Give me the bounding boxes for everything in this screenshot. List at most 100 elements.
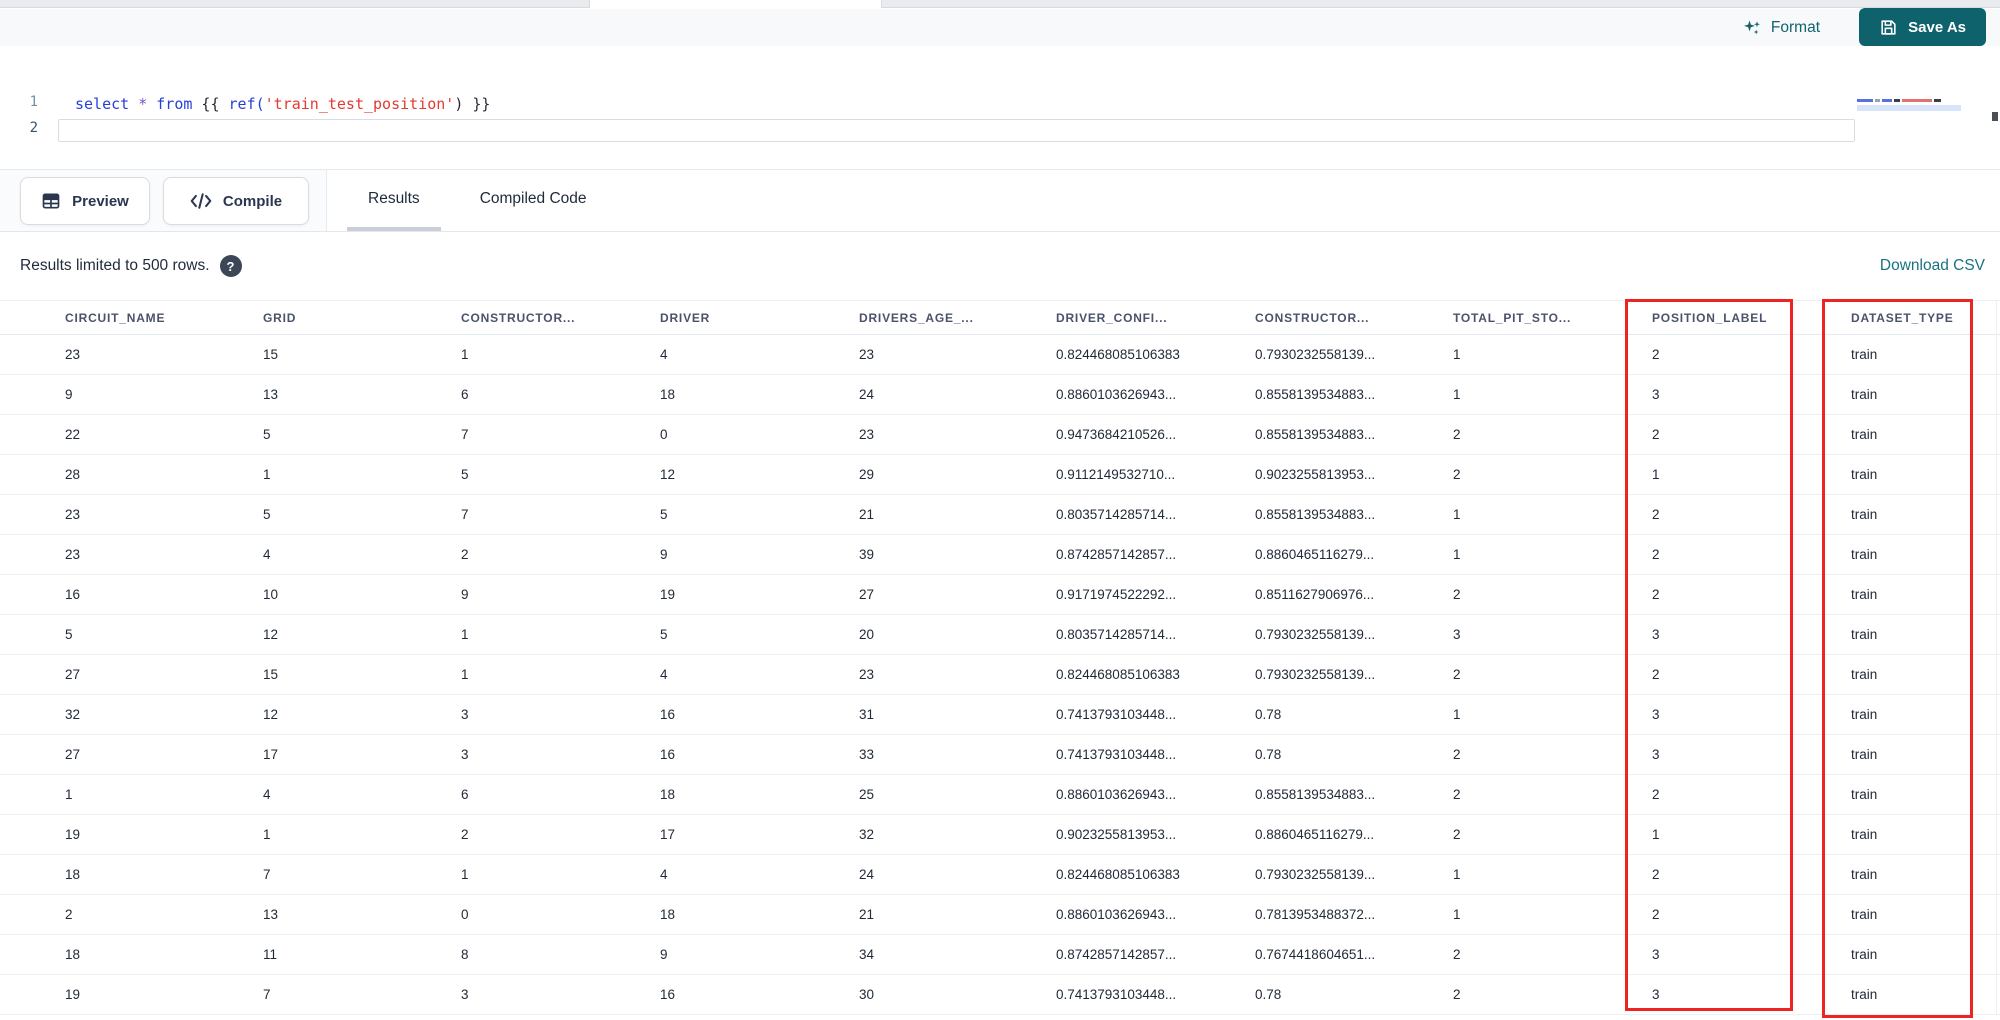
panel-actions-row: Preview Compile Results Compiled Code — [0, 169, 2000, 232]
table-cell: 5 — [65, 627, 73, 642]
table-cell: 2 — [1453, 667, 1461, 682]
table-cell: 9 — [65, 387, 73, 402]
table-cell: 3 — [1652, 987, 1660, 1002]
table-cell: train — [1851, 627, 1878, 642]
table-cell: 0.7930232558139... — [1255, 867, 1376, 882]
column-header[interactable]: CONSTRUCTOR... — [461, 311, 660, 325]
floppy-disk-icon — [1879, 18, 1898, 37]
table-cell: 2 — [1453, 427, 1461, 442]
table-cell: 2 — [1652, 507, 1660, 522]
table-cell: 2 — [1652, 587, 1660, 602]
table-cell: 23 — [65, 547, 81, 562]
table-cell: 23 — [859, 347, 875, 362]
table-cell: 3 — [1652, 387, 1660, 402]
table-cell: 24 — [859, 387, 875, 402]
table-row: 19 7 3 16 30 0.7413793103448... 0.78 2 3 train — [0, 975, 2000, 1015]
table-cell: 2 — [1652, 787, 1660, 802]
table-cell: 0.8035714285714... — [1056, 507, 1177, 522]
table-cell: 2 — [65, 907, 73, 922]
table-cell: 12 — [263, 627, 279, 642]
table-cell: 4 — [263, 547, 271, 562]
column-header[interactable]: DRIVER_CONFI... — [1056, 311, 1255, 325]
table-cell: 2 — [1652, 347, 1660, 362]
table-cell: train — [1851, 507, 1878, 522]
code-token: {{ — [192, 95, 229, 113]
table-cell: 2 — [461, 827, 469, 842]
table-cell: 2 — [1453, 587, 1461, 602]
table-cell: 3 — [461, 747, 469, 762]
column-header[interactable]: POSITION_LABEL — [1652, 311, 1851, 325]
minimap-segment — [1875, 99, 1880, 102]
question-mark-circle-icon[interactable]: ? — [219, 255, 242, 277]
table-cell: 13 — [263, 387, 279, 402]
table-cell: 18 — [65, 947, 81, 962]
table-cell: 2 — [1652, 867, 1660, 882]
editor-minimap[interactable] — [1857, 99, 1963, 111]
table-cell: 0.8742857142857... — [1056, 547, 1177, 562]
table-cell: 0.8860103626943... — [1056, 387, 1177, 402]
tab-compiled-code[interactable]: Compiled Code — [459, 170, 608, 231]
column-header[interactable]: CIRCUIT_NAME — [65, 311, 263, 325]
table-cell: 0.7413793103448... — [1056, 747, 1177, 762]
table-cell: 32 — [859, 827, 875, 842]
code-line-1: select * from {{ ref('train_test_positio… — [75, 93, 490, 115]
table-cell: 7 — [461, 427, 469, 442]
table-cell: 2 — [1652, 427, 1660, 442]
table-cell: 16 — [660, 987, 676, 1002]
results-limit-text: Results limited to 500 rows. — [20, 257, 210, 274]
code-token: 'train_test_position' — [264, 95, 455, 113]
table-cell: 4 — [660, 347, 668, 362]
table-cell: 19 — [660, 587, 676, 602]
table-cell: train — [1851, 907, 1878, 922]
table-row: 32 12 3 16 31 0.7413793103448... 0.78 1 3 train — [0, 695, 2000, 735]
table-cell: 2 — [1453, 827, 1461, 842]
table-cell: 2 — [1652, 907, 1660, 922]
table-cell: 3 — [1652, 707, 1660, 722]
column-header[interactable]: TOTAL_PIT_STO... — [1453, 311, 1652, 325]
table-cell: 8 — [461, 947, 469, 962]
active-line-cursor-box[interactable] — [58, 119, 1855, 142]
save-as-button[interactable]: Save As — [1859, 8, 1986, 46]
format-label: Format — [1770, 18, 1820, 36]
table-cell: 1 — [461, 347, 469, 362]
table-cell: 12 — [263, 707, 279, 722]
column-header[interactable]: DRIVERS_AGE_... — [859, 311, 1056, 325]
format-button[interactable]: Format — [1742, 9, 1820, 46]
scrollbar-marker[interactable] — [1992, 112, 1998, 121]
download-csv-link[interactable]: Download CSV — [1880, 232, 1985, 300]
table-cell: 0.7413793103448... — [1056, 707, 1177, 722]
table-cell: 27 — [65, 667, 81, 682]
column-header[interactable]: GRID — [263, 311, 461, 325]
table-cell: 0.9023255813953... — [1056, 827, 1177, 842]
preview-button[interactable]: Preview — [20, 177, 150, 225]
minimap-segment — [1857, 99, 1873, 102]
table-cell: train — [1851, 667, 1878, 682]
table-cell: 3 — [1652, 627, 1660, 642]
table-cell: 0.9023255813953... — [1255, 467, 1376, 482]
table-cell: train — [1851, 747, 1878, 762]
table-cell: 15 — [263, 347, 279, 362]
minimap-segment — [1882, 99, 1892, 102]
table-cell: 1 — [1453, 867, 1461, 882]
table-cell: 4 — [660, 867, 668, 882]
save-as-label: Save As — [1908, 18, 1966, 36]
column-header[interactable]: DRIVER — [660, 311, 859, 325]
table-row: 23 5 7 5 21 0.8035714285714... 0.8558139534883… — [0, 495, 2000, 535]
table-cell: 0 — [660, 427, 668, 442]
column-header[interactable]: CONSTRUCTOR... — [1255, 311, 1453, 325]
active-file-tab[interactable] — [589, 0, 882, 8]
code-token: from — [156, 95, 193, 113]
table-cell: 3 — [1652, 947, 1660, 962]
tab-results[interactable]: Results — [347, 170, 441, 231]
results-table: CIRCUIT_NAME GRID CONSTRUCTOR... DRIVER DRIV… — [0, 300, 2000, 1015]
compile-button[interactable]: Compile — [163, 177, 309, 225]
code-editor[interactable]: 1 2 select * from {{ ref('train_test_pos… — [0, 46, 2000, 169]
table-cell: 23 — [65, 507, 81, 522]
code-token: * — [138, 95, 148, 113]
table-cell: 3 — [1652, 747, 1660, 762]
table-cell: 9 — [660, 547, 668, 562]
table-cell: 5 — [263, 427, 271, 442]
table-cell: 11 — [263, 947, 278, 962]
editor-toolbar: Format Save As — [0, 8, 2000, 46]
column-header[interactable]: DATASET_TYPE — [1851, 311, 2000, 325]
